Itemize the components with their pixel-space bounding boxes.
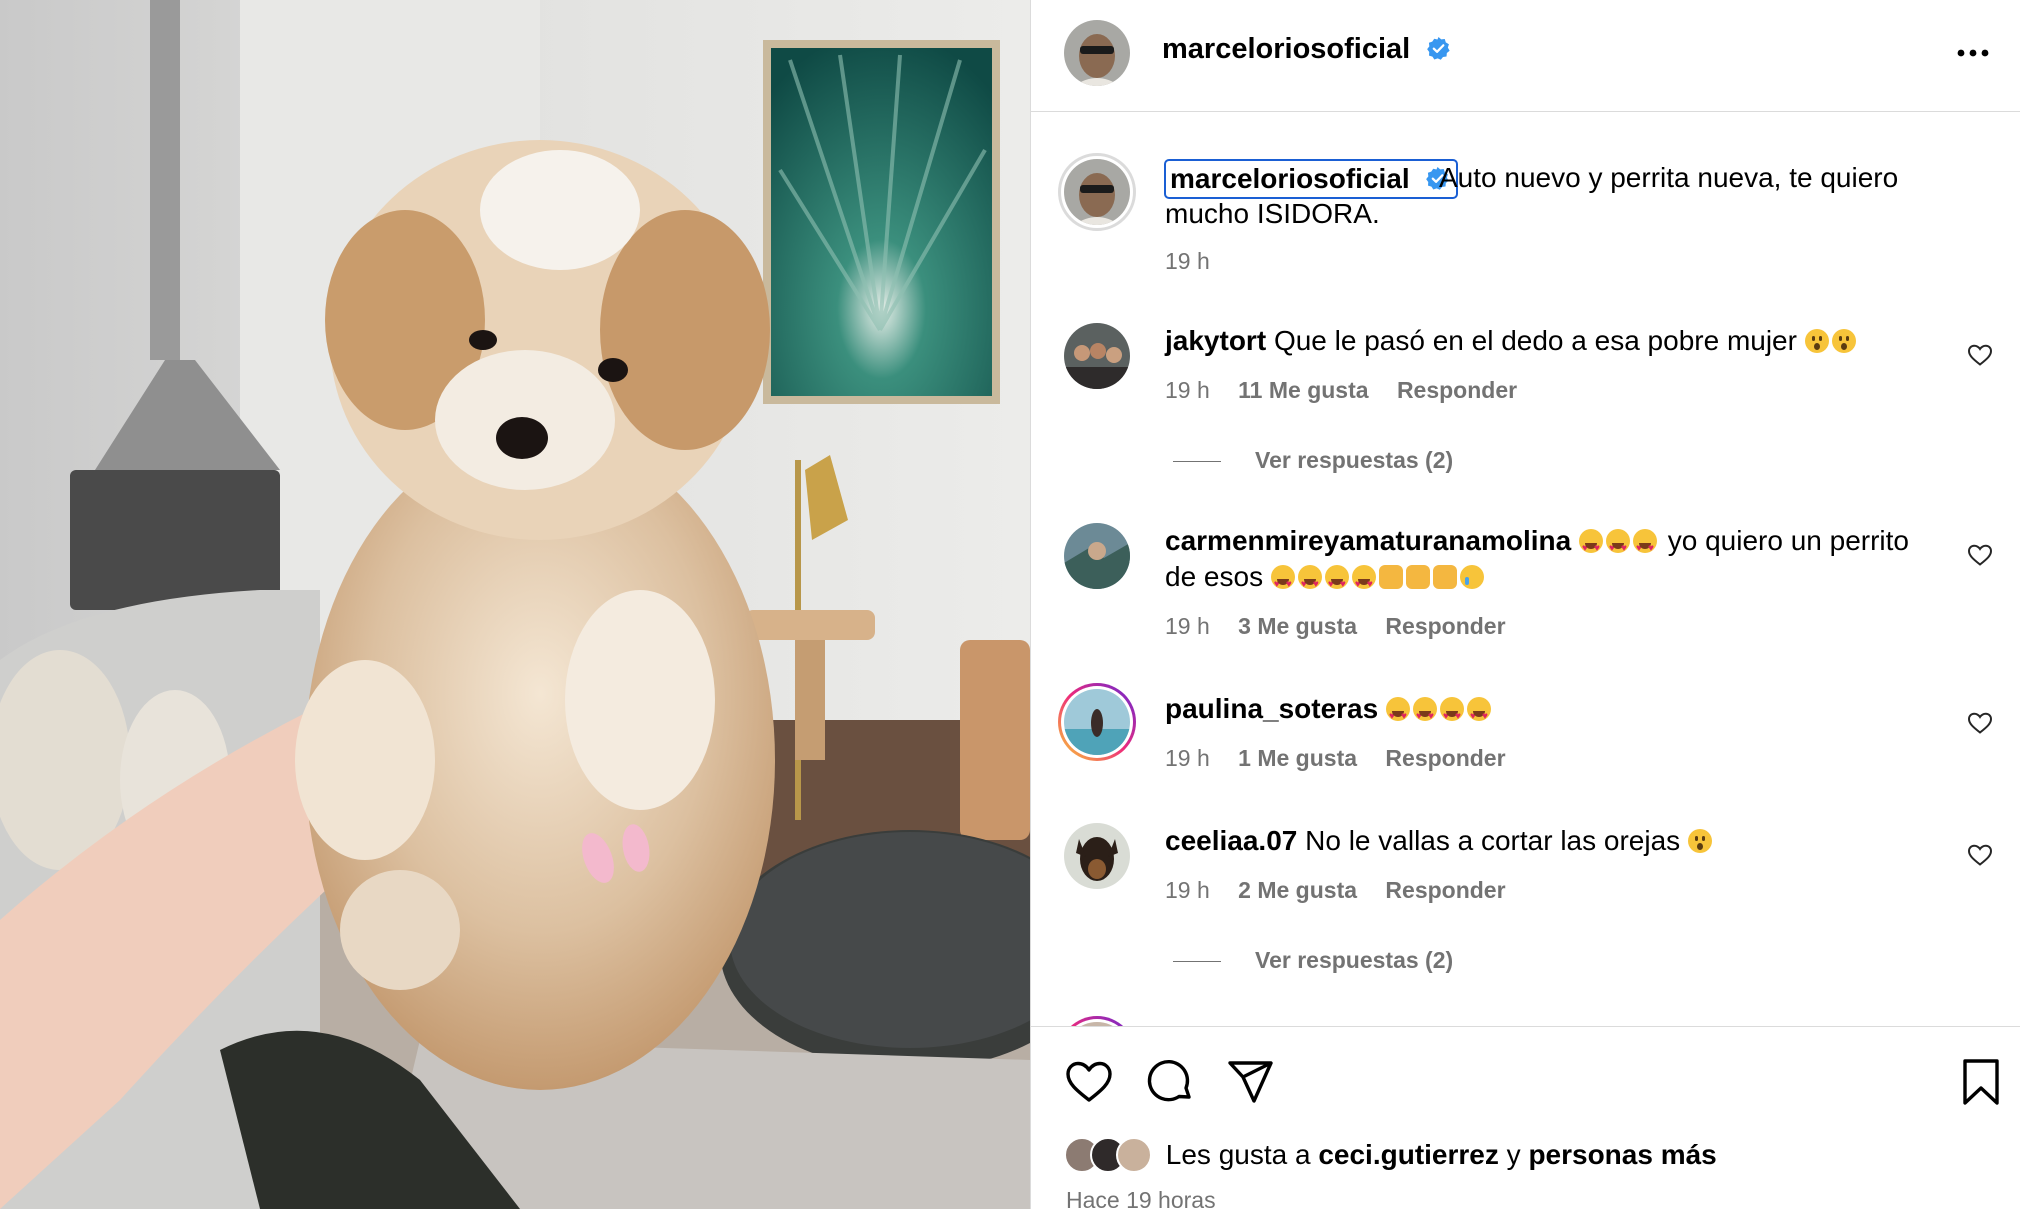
comment-likes[interactable]: 1 Me gusta — [1238, 745, 1357, 771]
comment-avatar-ceeliaa.07[interactable] — [1064, 823, 1130, 889]
share-icon[interactable] — [1226, 1057, 1276, 1107]
reply-button[interactable]: Responder — [1385, 745, 1505, 771]
comment-avatar-image — [1064, 523, 1130, 589]
comment-avatar-paulina_soteras[interactable] — [1058, 683, 1136, 761]
caption-author-avatar[interactable] — [1058, 153, 1136, 231]
comment-time: 19 h — [1165, 877, 1210, 903]
view-replies-label[interactable]: Ver respuestas (2) — [1255, 947, 1453, 973]
comment-like-heart-icon[interactable] — [1967, 711, 1993, 735]
caption-time: 19 h — [1165, 248, 1210, 274]
comment-text: paulina_soteras — [1165, 691, 1955, 735]
puppy-photo-illustration — [0, 0, 1030, 1209]
comment-like-heart-icon[interactable] — [1967, 343, 1993, 367]
reply-button[interactable]: Responder — [1385, 613, 1505, 639]
likes-conj: y — [1506, 1139, 1521, 1170]
heart-eyes-emoji-icon — [1412, 697, 1437, 735]
heart-eyes-emoji-icon — [1605, 529, 1630, 567]
heart-eyes-emoji-icon — [1439, 697, 1464, 735]
raising-hands-emoji-icon — [1405, 565, 1430, 589]
author-username-text[interactable]: marceloriosoficial — [1162, 33, 1410, 65]
heart-eyes-emoji-icon — [1632, 529, 1657, 567]
author-username[interactable]: marceloriosoficial — [1162, 33, 1451, 66]
replies-divider — [1173, 961, 1221, 963]
comment-time: 19 h — [1165, 613, 1210, 639]
comment-meta: 19 h 1 Me gusta Responder — [1165, 745, 1528, 772]
comment-text: carmenmireyamaturanamolina yo quiero un … — [1165, 523, 1955, 603]
raising-hands-emoji-icon — [1432, 565, 1457, 589]
reply-button[interactable]: Responder — [1385, 877, 1505, 903]
likes-more[interactable]: personas más — [1528, 1139, 1716, 1170]
posted-ago: Hace 19 horas — [1066, 1187, 1216, 1209]
liker-avatar — [1116, 1137, 1152, 1173]
comment-meta: 19 h 2 Me gusta Responder — [1165, 877, 1528, 904]
post-header: marceloriosoficial — [1031, 0, 2020, 112]
post-photo[interactable] — [0, 0, 1030, 1209]
hushed-face-emoji-icon — [1804, 329, 1829, 353]
bookmark-icon[interactable] — [1956, 1057, 2006, 1107]
caption-text-line-2: mucho ISIDORA. — [1165, 198, 1380, 229]
comment-message: No le vallas a cortar las orejas — [1305, 825, 1681, 856]
heart-eyes-emoji-icon — [1324, 565, 1349, 603]
heart-eyes-emoji-icon — [1270, 565, 1295, 603]
comment-meta: 19 h 3 Me gusta Responder — [1165, 613, 1528, 640]
caption-username[interactable]: marceloriosoficial — [1164, 159, 1459, 199]
caption-text-line-1: Auto nuevo y perrita nueva, te quiero — [1439, 162, 1899, 193]
replies-divider — [1173, 461, 1221, 463]
reply-button[interactable]: Responder — [1397, 377, 1517, 403]
comment-message: Que le pasó en el dedo a esa pobre mujer — [1273, 325, 1797, 356]
comments-list[interactable]: marceloriosoficial Auto nuevo y perrita … — [1031, 113, 2020, 1026]
comment-time: 19 h — [1165, 745, 1210, 771]
author-avatar[interactable] — [1064, 20, 1130, 86]
view-replies-button[interactable]: Ver respuestas (2) — [1173, 947, 1453, 974]
author-avatar-image — [1064, 20, 1130, 86]
comment-likes[interactable]: 3 Me gusta — [1238, 613, 1357, 639]
heart-eyes-emoji-icon — [1297, 565, 1322, 603]
heart-eyes-emoji-icon — [1578, 529, 1603, 567]
heart-icon[interactable] — [1064, 1057, 1114, 1107]
comment-username[interactable]: carmenmireyamaturanamolina — [1165, 525, 1571, 556]
heart-eyes-emoji-icon — [1385, 697, 1410, 735]
comment-message-line-2: de esos — [1165, 561, 1264, 592]
comment-avatar-partial[interactable] — [1058, 1016, 1136, 1026]
comment-avatar-image — [1064, 823, 1130, 889]
more-horizontal-icon[interactable] — [1953, 38, 1993, 68]
post-actions-footer: Les gusta a ceci.gutierrez y personas má… — [1031, 1026, 2020, 1209]
comment-likes[interactable]: 2 Me gusta — [1238, 877, 1357, 903]
comment-like-heart-icon[interactable] — [1967, 543, 1993, 567]
likes-prefix: Les gusta a — [1165, 1139, 1311, 1170]
comment-message: yo quiero un perrito — [1667, 525, 1910, 556]
comment-like-heart-icon[interactable] — [1967, 843, 1993, 867]
view-replies-label[interactable]: Ver respuestas (2) — [1255, 447, 1453, 473]
comment-avatar-carmenmireyamaturanamolina[interactable] — [1064, 523, 1130, 589]
comment-avatar-image — [1064, 323, 1130, 389]
post-panel: marceloriosoficial marceloriosoficial Au… — [1030, 0, 2020, 1209]
heart-eyes-emoji-icon — [1351, 565, 1376, 603]
comment-avatar-image — [1064, 689, 1130, 755]
comment-text: jakytort Que le pasó en el dedo a esa po… — [1165, 323, 1955, 359]
comment-icon[interactable] — [1145, 1057, 1195, 1107]
comment-username[interactable]: paulina_soteras — [1165, 693, 1378, 724]
hushed-face-emoji-icon — [1831, 329, 1856, 353]
crying-face-emoji-icon — [1459, 565, 1484, 589]
hushed-face-emoji-icon — [1687, 829, 1712, 853]
view-replies-button[interactable]: Ver respuestas (2) — [1173, 447, 1453, 474]
caption-username-text[interactable]: marceloriosoficial — [1170, 163, 1410, 194]
comment-likes[interactable]: 11 Me gusta — [1238, 377, 1368, 403]
comment-username[interactable]: jakytort — [1165, 325, 1266, 356]
heart-eyes-emoji-icon — [1466, 697, 1491, 735]
likes-user[interactable]: ceci.gutierrez — [1318, 1139, 1499, 1170]
comment-time: 19 h — [1165, 377, 1210, 403]
caption-avatar-image — [1064, 159, 1130, 225]
likes-summary[interactable]: Les gusta a ceci.gutierrez y personas má… — [1064, 1137, 1717, 1173]
verified-badge-icon — [1427, 37, 1450, 60]
comment-meta: 19 h 11 Me gusta Responder — [1165, 377, 1539, 404]
raising-hands-emoji-icon — [1378, 565, 1403, 589]
comment-text: ceeliaa.07 No le vallas a cortar las ore… — [1165, 823, 1955, 859]
comment-avatar-jakytort[interactable] — [1064, 323, 1130, 389]
comment-username[interactable]: ceeliaa.07 — [1165, 825, 1297, 856]
